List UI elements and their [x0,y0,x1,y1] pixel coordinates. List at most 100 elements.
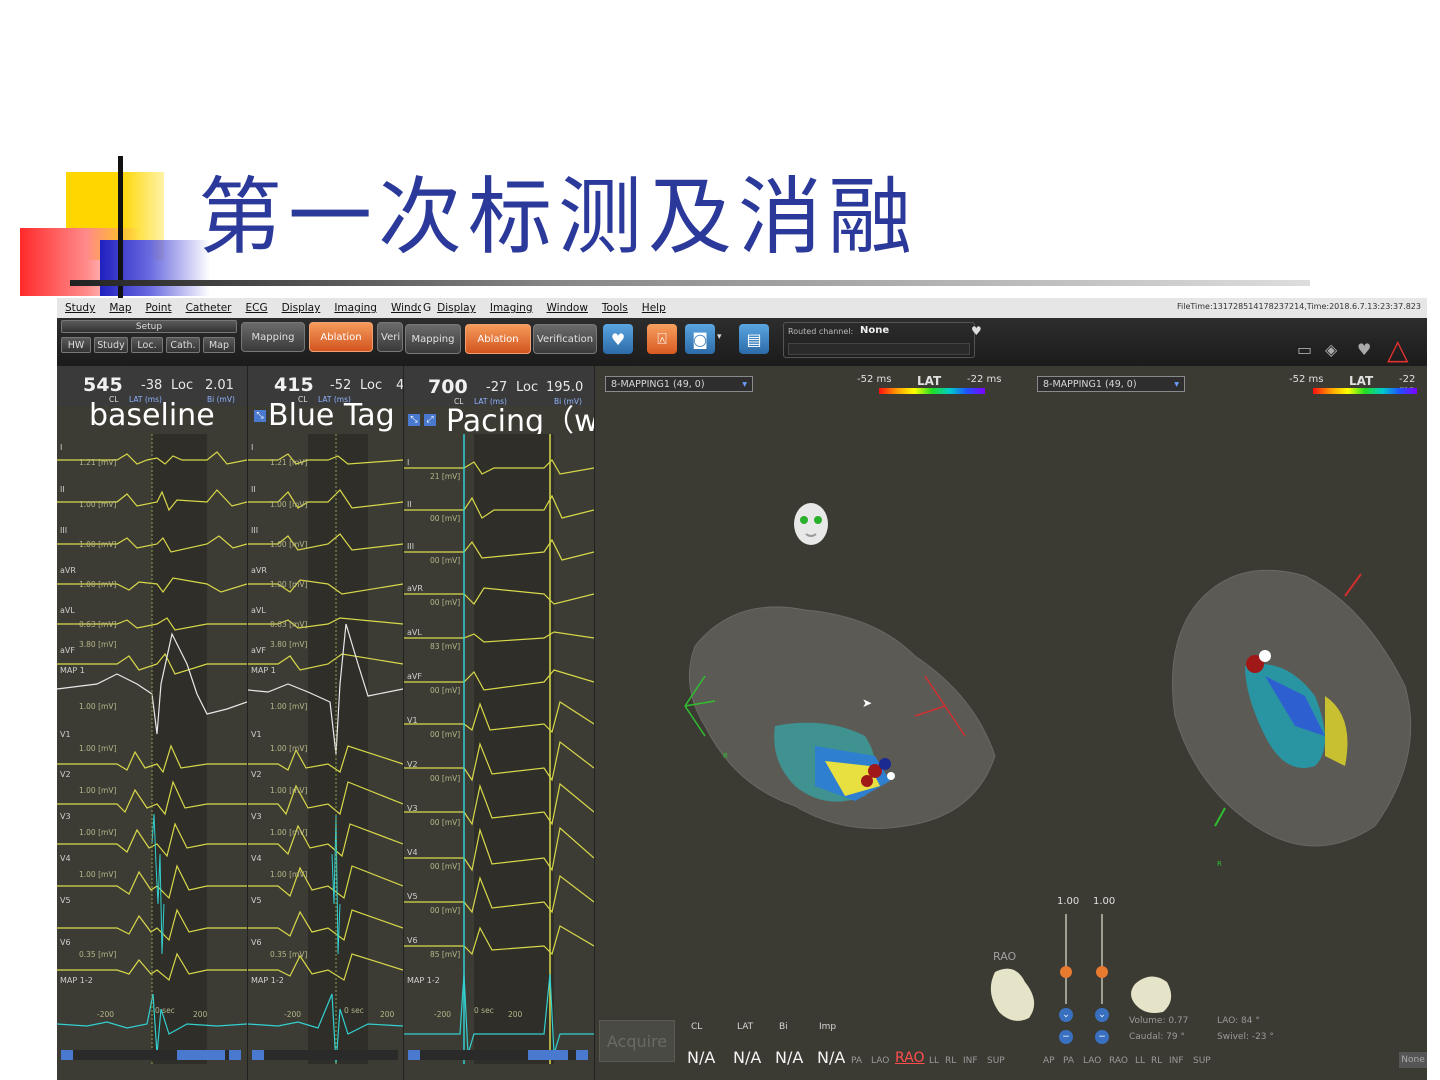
ablation-button-2[interactable]: Ablation [465,324,531,354]
warning-icon[interactable]: △ [1387,336,1409,364]
slider-left-thumb[interactable] [1060,966,1072,978]
view-inf-2[interactable]: INF [1169,1056,1184,1066]
menu-display[interactable]: Display [282,302,321,314]
view-ll[interactable]: LL [929,1056,939,1066]
swivel-stat: Swivel: -23 ° [1217,1032,1274,1042]
menu-window[interactable]: Window [391,302,421,314]
view-lao-2[interactable]: LAO [1083,1056,1101,1066]
heart-map-left[interactable] [675,586,1005,846]
slider-right-thumb[interactable] [1096,966,1108,978]
orientation-heart-right[interactable] [1127,970,1177,1016]
view-ll-2[interactable]: LL [1135,1056,1145,1066]
dropdown-icon[interactable]: ▾ [1174,379,1179,390]
scale-label: 21 [mV] [430,472,461,481]
scale-label: 00 [mV] [430,556,461,565]
mapping-button-2[interactable]: Mapping [405,324,461,354]
scroll-left-button[interactable] [408,1050,420,1060]
time-axis-zero: 0 sec [344,1006,364,1015]
mapping-button[interactable]: Mapping [241,322,305,352]
catheter-icon[interactable]: ◈ [1325,340,1337,359]
view-ap-2[interactable]: AP [1043,1056,1055,1066]
collapse-icon[interactable]: ⤢ [424,414,436,426]
camera-dropdown-icon[interactable]: ▾ [717,332,722,342]
loc-button[interactable]: Loc. [131,337,163,353]
dropdown-icon[interactable]: ▾ [742,379,747,390]
acquire-button[interactable]: Acquire [599,1020,675,1062]
heart-icon[interactable]: ♥ [971,324,982,338]
map-button[interactable]: Map [203,337,235,353]
menu-display-2[interactable]: Display [437,302,476,314]
setup-button[interactable]: Setup [61,320,237,333]
verification-button-cut[interactable]: Veri [377,322,403,352]
expand-icon[interactable]: ⤡ [408,414,420,426]
menu-point[interactable]: Point [146,302,172,314]
menu-map[interactable]: Map [109,302,131,314]
time-axis-right: 200 [508,1010,523,1019]
minus-icon[interactable]: − [1095,1030,1109,1044]
ablation-button[interactable]: Ablation [309,322,373,352]
scroll-thumb[interactable] [528,1050,568,1060]
menu-ecg[interactable]: ECG [245,302,267,314]
scrollbar[interactable] [252,1050,398,1060]
verification-button[interactable]: Verification [533,324,597,354]
view-sup-2[interactable]: SUP [1193,1056,1211,1066]
slider-left-track[interactable] [1065,914,1067,1004]
lead-label: V6 [407,936,418,945]
view-inf[interactable]: INF [963,1056,978,1066]
heart-map-right[interactable] [1155,546,1427,866]
view-pa[interactable]: PA [851,1056,862,1066]
cl-value: 415 [274,374,314,396]
slider-right-track[interactable] [1101,914,1103,1004]
hw-button[interactable]: HW [61,337,91,353]
menu-window-2[interactable]: Window [547,302,588,314]
scale-label: 00 [mV] [430,906,461,915]
lead-label: V4 [60,854,71,863]
bell-icon[interactable]: ⍓ [647,324,677,354]
view-pa-2[interactable]: PA [1063,1056,1074,1066]
view-rao-2[interactable]: RAO [1109,1056,1128,1066]
monitor-icon[interactable]: ▭ [1297,340,1312,359]
menu-study[interactable]: Study [65,302,95,314]
heart-tool-icon[interactable]: ♥ [1357,340,1371,359]
expand-icon[interactable]: ⤡ [254,410,266,422]
scrollbar[interactable] [61,1050,241,1060]
lead-label: V6 [60,938,71,947]
cath-button[interactable]: Cath. [166,337,200,353]
menu-tools[interactable]: Tools [602,302,628,314]
scroll-left-button[interactable] [252,1050,264,1060]
menu-catheter[interactable]: Catheter [186,302,232,314]
channel-slots [788,343,970,355]
lead-label: V3 [60,812,71,821]
lat-max-label: -22 ms [967,374,1002,385]
lead-label: V1 [60,730,71,739]
bi-value: 4 [396,378,404,393]
scroll-right-button[interactable] [576,1050,588,1060]
scroll-left-button[interactable] [61,1050,73,1060]
lead-label: I [407,458,410,467]
view-rl-2[interactable]: RL [1151,1056,1162,1066]
menu-help[interactable]: Help [642,302,666,314]
map-viewport[interactable]: 8-MAPPING1 (49, 0) ▾ -52 ms LAT -22 ms 8… [595,366,1427,1080]
view-lao[interactable]: LAO [871,1056,889,1066]
chevron-down-icon[interactable]: ⌄ [1059,1008,1073,1022]
view-rao-active[interactable]: RAO [895,1050,925,1066]
screen-icon[interactable]: ▤ [739,324,769,354]
map-selector-1[interactable]: 8-MAPPING1 (49, 0) ▾ [605,376,753,392]
minus-icon[interactable]: − [1059,1030,1073,1044]
view-sup[interactable]: SUP [987,1056,1005,1066]
study-button[interactable]: Study [94,337,128,353]
menu-imaging[interactable]: Imaging [334,302,377,314]
scrollbar[interactable] [408,1050,588,1060]
orientation-heart-left[interactable] [985,962,1041,1026]
scroll-thumb[interactable] [177,1050,225,1060]
scroll-right-button[interactable] [229,1050,241,1060]
menu-imaging-2[interactable]: Imaging [490,302,533,314]
heart-add-icon[interactable]: ♥ [603,324,633,354]
none-button[interactable]: None [1399,1052,1427,1068]
view-rl[interactable]: RL [945,1056,956,1066]
chevron-down-icon[interactable]: ⌄ [1095,1008,1109,1022]
camera-icon[interactable]: ◙ [685,324,715,354]
map-selector-2[interactable]: 8-MAPPING1 (49, 0) ▾ [1037,376,1185,392]
patient-orientation-icon [794,503,828,545]
routed-channel-value[interactable]: None [860,325,889,336]
